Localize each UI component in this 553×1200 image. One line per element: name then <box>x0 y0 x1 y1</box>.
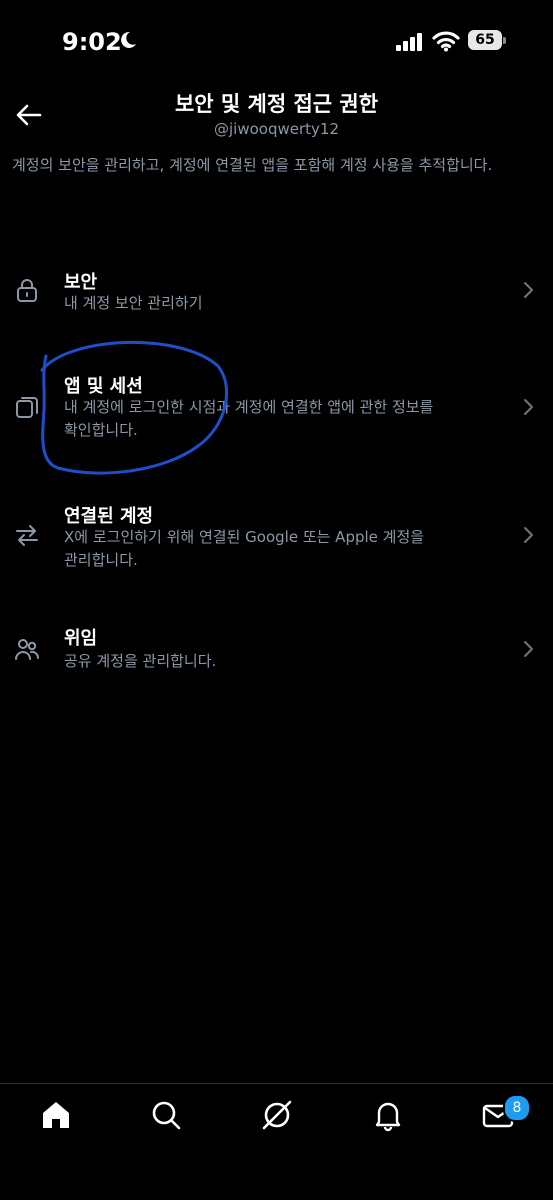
account-handle: @jiwooqwerty12 <box>214 120 339 138</box>
chevron-right-icon <box>524 282 533 298</box>
menu-item-security[interactable]: 보안 내 계정 보안 관리하기 <box>0 262 553 326</box>
menu-item-title: 위임 <box>64 628 98 649</box>
grok-icon[interactable] <box>260 1098 294 1132</box>
battery-level: 65 <box>468 30 502 50</box>
arrows-swap-icon <box>16 525 38 546</box>
menu-item-subtitle: 공유 계정을 관리합니다. <box>64 652 217 670</box>
wifi-icon <box>432 31 460 52</box>
chevron-right-icon <box>524 641 533 657</box>
bottom-nav-divider <box>0 1083 553 1084</box>
status-time: 9:02 <box>62 28 122 56</box>
menu-item-subtitle: 내 계정 보안 관리하기 <box>64 294 203 312</box>
people-icon <box>15 639 40 660</box>
notifications-bell-icon[interactable] <box>371 1098 405 1132</box>
menu-item-subtitle: X에 로그인하기 위해 연결된 Google 또는 Apple 계정을 관리합니… <box>64 528 425 569</box>
moon-icon <box>121 31 136 48</box>
battery-indicator: 65 <box>468 30 506 52</box>
menu-item-title: 연결된 계정 <box>64 506 154 527</box>
menu-item-delegation[interactable]: 위임 공유 계정을 관리합니다. <box>0 620 553 684</box>
page-description: 계정의 보안을 관리하고, 계정에 연결된 앱을 포함해 계정 사용을 추적합니… <box>12 156 493 174</box>
menu-item-title: 보안 <box>64 272 98 293</box>
home-icon[interactable] <box>39 1098 73 1132</box>
messages-badge: 8 <box>503 1094 531 1122</box>
cellular-signal-icon <box>396 33 422 51</box>
page-title: 보안 및 계정 접근 권한 <box>174 92 379 116</box>
hand-drawn-circle-annotation <box>40 340 229 475</box>
lock-icon <box>17 279 37 302</box>
search-icon[interactable] <box>149 1098 183 1132</box>
chevron-right-icon <box>524 399 533 415</box>
chevron-right-icon <box>524 527 533 543</box>
menu-item-connected-accounts[interactable]: 연결된 계정 X에 로그인하기 위해 연결된 Google 또는 Apple 계… <box>0 496 553 576</box>
